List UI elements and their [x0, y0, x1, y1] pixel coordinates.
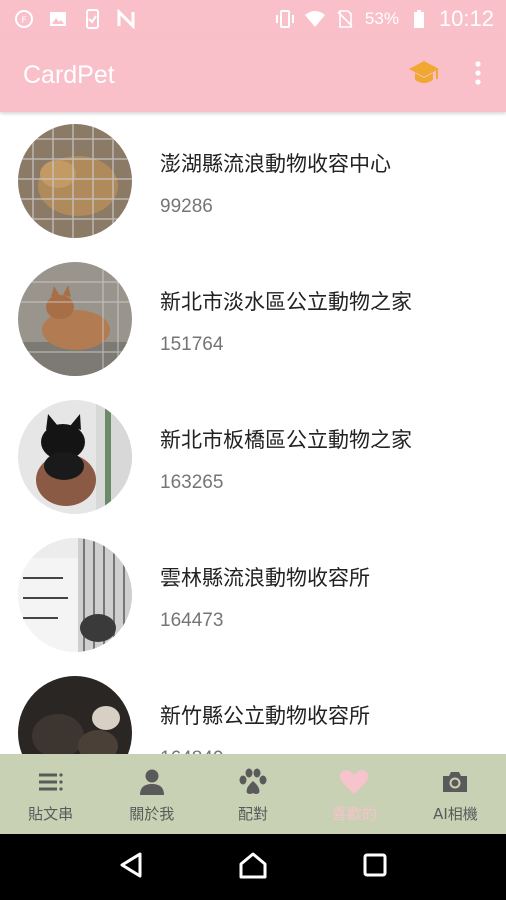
heart-icon: [337, 765, 371, 799]
back-button[interactable]: [111, 847, 151, 887]
list-item[interactable]: 雲林縣流浪動物收容所 164473: [0, 526, 506, 664]
status-bar: F 53% 10:12: [0, 0, 506, 38]
shelter-name: 雲林縣流浪動物收容所: [160, 566, 370, 590]
more-vert-icon: [475, 61, 481, 89]
shelter-id: 99286: [160, 196, 213, 217]
shelter-name: 新北市淡水區公立動物之家: [160, 290, 412, 314]
nav-label: 配對: [238, 804, 269, 823]
notification-app-icon: F: [14, 9, 34, 29]
paw-icon: [236, 765, 270, 799]
nav-label: AI相機: [433, 804, 478, 823]
phone-check-icon: [82, 9, 102, 29]
nav-label: 貼文串: [28, 804, 74, 823]
list-item[interactable]: 新北市淡水區公立動物之家 151764: [0, 250, 506, 388]
pet-photo: [18, 262, 132, 376]
nav-label: 關於我: [129, 804, 175, 823]
app-title: CardPet: [23, 60, 115, 89]
clock: 10:12: [438, 6, 494, 31]
shelter-name: 新北市板橋區公立動物之家: [160, 428, 412, 452]
nav-ai-camera[interactable]: AI相機: [405, 754, 506, 834]
home-button[interactable]: [233, 847, 273, 887]
app-bar: CardPet: [0, 38, 506, 112]
list-icon: [34, 765, 68, 799]
graduation-button[interactable]: [400, 51, 448, 99]
shelter-list[interactable]: 澎湖縣流浪動物收容中心 99286 新北市淡水區公立動物之家 151764 新北…: [0, 112, 506, 754]
pet-photo: [18, 538, 132, 652]
person-icon: [135, 765, 169, 799]
shelter-id: 151764: [160, 334, 224, 355]
overflow-menu-button[interactable]: [460, 51, 496, 99]
no-sim-icon: [335, 9, 355, 29]
nav-about-me[interactable]: 關於我: [101, 754, 202, 834]
home-icon: [238, 851, 268, 883]
battery-percent: 53%: [364, 9, 399, 28]
nav-label: 喜歡的: [331, 804, 377, 823]
system-navigation-bar: [0, 834, 506, 900]
list-item[interactable]: 新北市板橋區公立動物之家 163265: [0, 388, 506, 526]
back-triangle-icon: [118, 851, 144, 883]
shelter-id: 164473: [160, 610, 224, 631]
pet-photo: [18, 676, 132, 754]
nav-posts[interactable]: 貼文串: [0, 754, 101, 834]
svg-text:F: F: [21, 16, 26, 26]
recents-button[interactable]: [355, 847, 395, 887]
shelter-name: 澎湖縣流浪動物收容中心: [160, 152, 391, 176]
graduation-cap-icon: [408, 59, 440, 91]
nav-favorites[interactable]: 喜歡的: [304, 754, 405, 834]
vibrate-icon: [275, 9, 295, 29]
shelter-id: 163265: [160, 472, 224, 493]
image-icon: [48, 9, 68, 29]
shelter-name: 新竹縣公立動物收容所: [160, 704, 370, 728]
wifi-icon: [304, 9, 325, 29]
pet-photo: [18, 400, 132, 514]
pet-photo: [18, 124, 132, 238]
bottom-navigation: 貼文串 關於我 配對 喜歡的 AI相機: [0, 754, 506, 834]
n-app-icon: [116, 8, 136, 30]
list-item[interactable]: 新竹縣公立動物收容所 164840: [0, 664, 506, 754]
nav-match[interactable]: 配對: [202, 754, 303, 834]
camera-icon: [438, 765, 472, 799]
list-item[interactable]: 澎湖縣流浪動物收容中心 99286: [0, 112, 506, 250]
battery-icon: [409, 9, 429, 29]
recents-square-icon: [362, 852, 388, 882]
